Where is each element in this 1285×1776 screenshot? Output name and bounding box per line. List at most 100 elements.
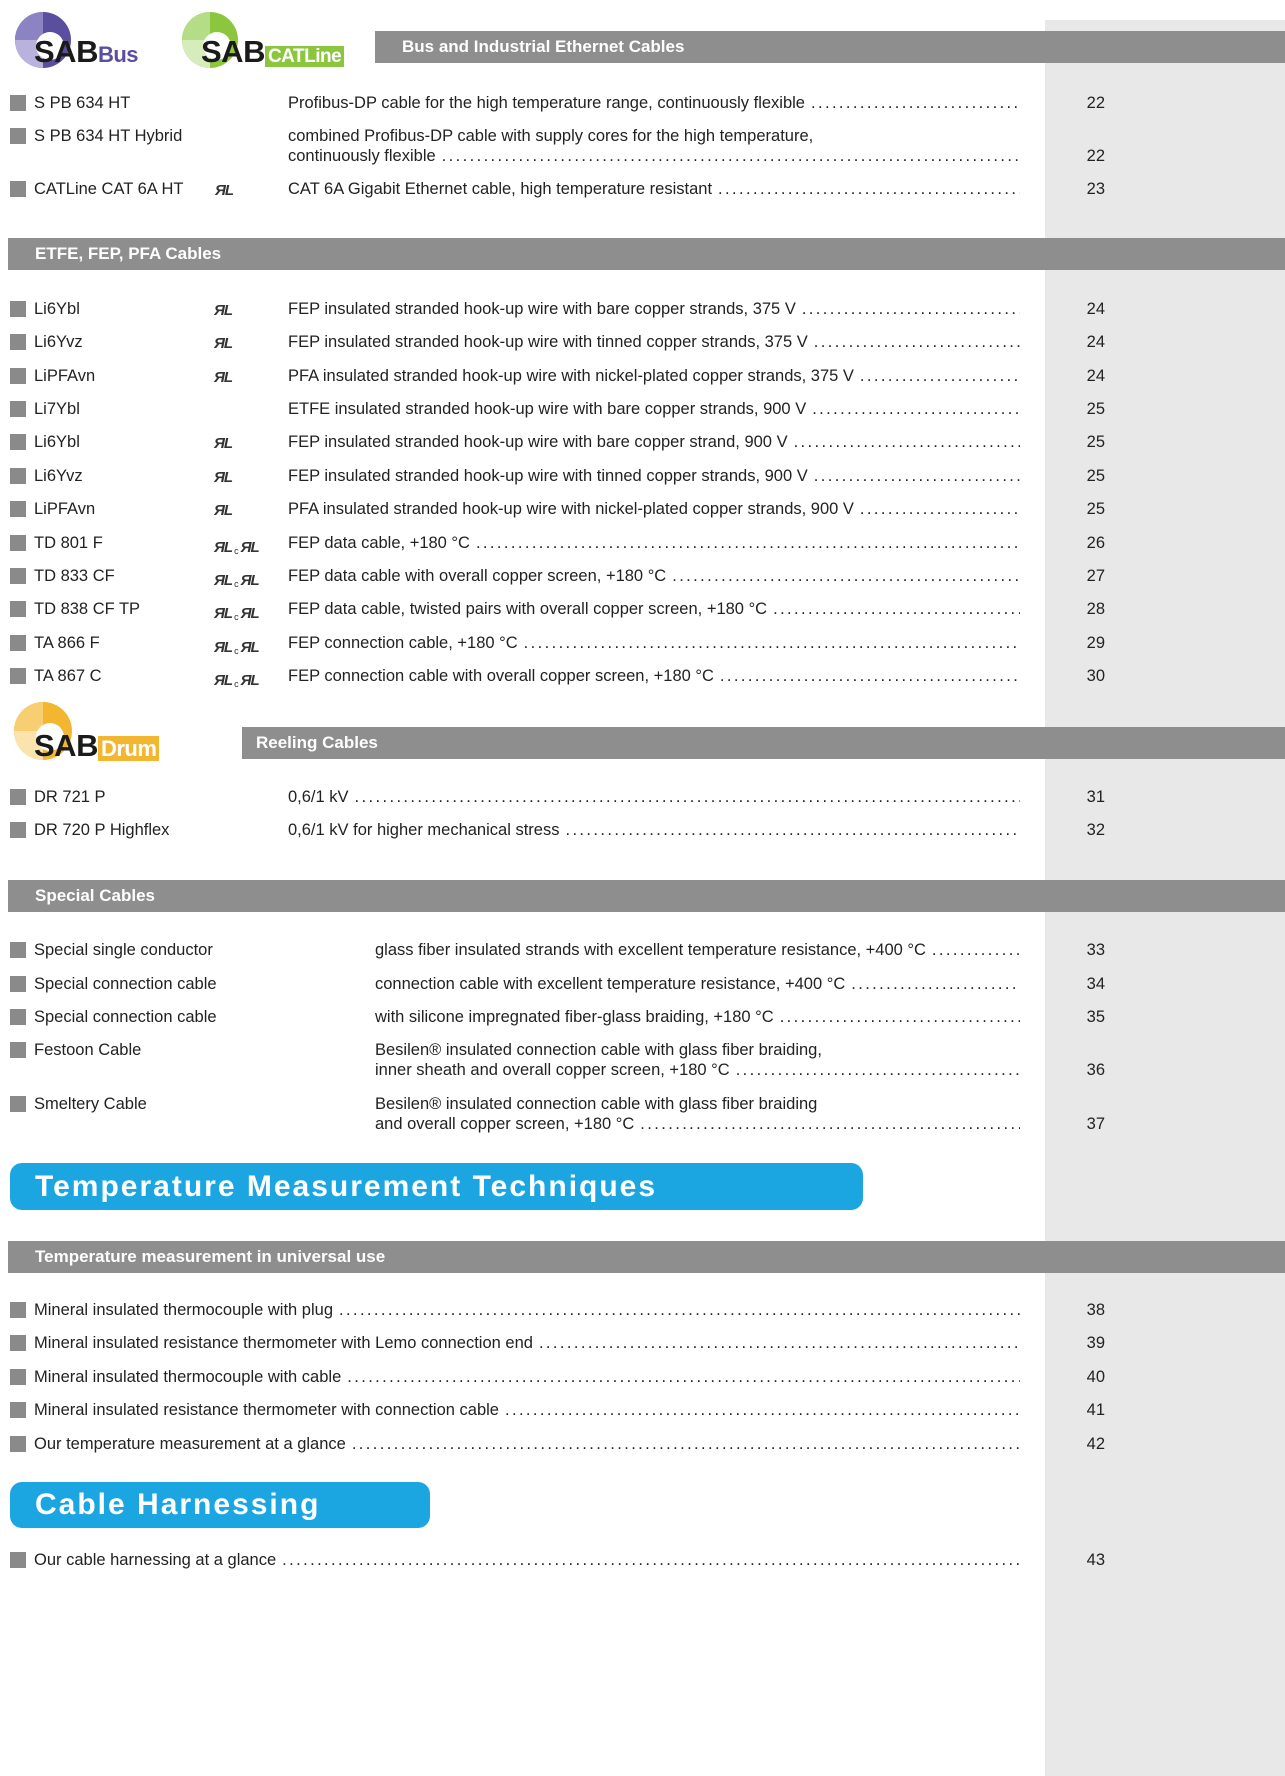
list-item[interactable]: Mineral insulated resistance thermometer… bbox=[10, 1400, 1105, 1430]
ul-mark-icon: ЯL bbox=[214, 369, 233, 386]
bullet-square-icon bbox=[10, 668, 26, 684]
list-item[interactable]: Li7Ybl ETFE insulated stranded hook-up wi… bbox=[10, 399, 1105, 429]
section-temp-universal: Temperature measurement in universal use bbox=[8, 1241, 1285, 1273]
bullet-square-icon bbox=[10, 181, 26, 197]
list-item[interactable]: Festoon Cable Besilen® insulated connect… bbox=[10, 1040, 1105, 1082]
title-harnessing: Cable Harnessing bbox=[10, 1482, 430, 1528]
bullet-square-icon bbox=[10, 334, 26, 350]
list-item[interactable]: TA 867 C ЯL c ЯL FEP connection cable with o… bbox=[10, 666, 1105, 696]
bullet-square-icon bbox=[10, 1402, 26, 1418]
bullet-square-icon bbox=[10, 128, 26, 144]
item-name: S PB 634 HT Hybrid bbox=[34, 127, 183, 145]
logo-main-text: SAB bbox=[201, 34, 265, 69]
item-desc-line2: inner sheath and overall copper screen, … bbox=[375, 1061, 730, 1079]
item-page: 23 bbox=[1086, 180, 1105, 198]
list-item[interactable]: Mineral insulated resistance thermometer… bbox=[10, 1333, 1105, 1363]
item-desc: CAT 6A Gigabit Ethernet cable, high temp… bbox=[288, 180, 713, 198]
item-name: TD 801 F bbox=[34, 534, 103, 552]
list-item[interactable]: DR 720 P Highflex 0,6/1 kV for higher me… bbox=[10, 820, 1105, 850]
item-page: 39 bbox=[1086, 1334, 1105, 1352]
title-temperature: Temperature Measurement Techniques bbox=[10, 1163, 863, 1210]
item-name: Mineral insulated thermocouple with cabl… bbox=[34, 1368, 342, 1386]
sabcatline-logo: SAB CATLine bbox=[175, 10, 365, 70]
bullet-square-icon bbox=[10, 434, 26, 450]
item-desc: Profibus-DP cable for the high temperatu… bbox=[288, 94, 805, 112]
logo-sub-text: CATLine bbox=[264, 46, 345, 67]
item-name: Mineral insulated resistance thermometer… bbox=[34, 1401, 499, 1419]
logo-sub-text: Bus bbox=[97, 42, 139, 67]
item-name: S PB 634 HT bbox=[34, 94, 131, 112]
item-name: LiPFAvn bbox=[34, 367, 96, 385]
item-page: 22 bbox=[1086, 94, 1105, 112]
bullet-square-icon bbox=[10, 1552, 26, 1568]
bullet-square-icon bbox=[10, 368, 26, 384]
list-item[interactable]: TD 838 CF TP ЯL c ЯL FEP data cable, twisted… bbox=[10, 599, 1105, 629]
item-desc: 0,6/1 kV bbox=[288, 788, 349, 806]
ul-cul-mark-icon: ЯL c ЯL bbox=[214, 572, 260, 589]
list-item[interactable]: Li6Yvz ЯL FEP insulated stranded hook-up w… bbox=[10, 466, 1105, 496]
item-page: 35 bbox=[1086, 1008, 1105, 1026]
item-page: 25 bbox=[1086, 400, 1105, 418]
list-item[interactable]: S PB 634 HT Profibus-DP cable for the hi… bbox=[10, 93, 1105, 123]
bullet-square-icon bbox=[10, 601, 26, 617]
ul-cul-mark-icon: ЯL c ЯL bbox=[214, 605, 260, 622]
bullet-square-icon bbox=[10, 789, 26, 805]
list-item[interactable]: LiPFAvn ЯL PFA insulated stranded hook-up … bbox=[10, 366, 1105, 396]
item-desc: FEP insulated stranded hook-up wire with… bbox=[288, 433, 788, 451]
item-desc: PFA insulated stranded hook-up wire with… bbox=[288, 367, 854, 385]
bullet-square-icon bbox=[10, 568, 26, 584]
list-item[interactable]: Mineral insulated thermocouple with cabl… bbox=[10, 1367, 1105, 1397]
list-item[interactable]: TA 866 F ЯL c ЯL FEP connection cable, +180 … bbox=[10, 633, 1105, 663]
list-item[interactable]: CATLine CAT 6A HT ЯL CAT 6A Gigabit Ethe… bbox=[10, 179, 1105, 209]
item-page: 36 bbox=[1086, 1061, 1105, 1079]
item-name: Li6Yvz bbox=[34, 467, 83, 485]
item-page: 25 bbox=[1086, 467, 1105, 485]
list-item[interactable]: DR 721 P 0,6/1 kV 31 bbox=[10, 787, 1105, 817]
ul-mark-icon: ЯL bbox=[214, 302, 233, 319]
item-name: Special connection cable bbox=[34, 1008, 217, 1026]
list-item[interactable]: TD 833 CF ЯL c ЯL FEP data cable with overal… bbox=[10, 566, 1105, 596]
item-page: 42 bbox=[1086, 1435, 1105, 1453]
bullet-square-icon bbox=[10, 1436, 26, 1452]
item-desc: with silicone impregnated fiber-glass br… bbox=[375, 1008, 774, 1026]
item-page: 40 bbox=[1086, 1368, 1105, 1386]
list-item[interactable]: Mineral insulated thermocouple with plug… bbox=[10, 1300, 1105, 1330]
item-name: TA 867 C bbox=[34, 667, 102, 685]
bullet-square-icon bbox=[10, 1042, 26, 1058]
list-item[interactable]: S PB 634 HT Hybrid combined Profibus-DP … bbox=[10, 126, 1105, 168]
list-item[interactable]: Our temperature measurement at a glance … bbox=[10, 1434, 1105, 1464]
item-name: Special connection cable bbox=[34, 975, 217, 993]
item-name: LiPFAvn bbox=[34, 500, 96, 518]
item-page: 33 bbox=[1086, 941, 1105, 959]
list-item[interactable]: Our cable harnessing at a glance 43 bbox=[10, 1550, 1105, 1580]
list-item[interactable]: Li6Ybl ЯL FEP insulated stranded hook-up w… bbox=[10, 432, 1105, 462]
item-name: Mineral insulated resistance thermometer… bbox=[34, 1334, 533, 1352]
item-desc-line2: and overall copper screen, +180 °C bbox=[375, 1115, 635, 1133]
bullet-square-icon bbox=[10, 535, 26, 551]
item-desc: glass fiber insulated strands with excel… bbox=[375, 941, 926, 959]
list-item[interactable]: Li6Ybl ЯL FEP insulated stranded hook-up w… bbox=[10, 299, 1105, 329]
item-page: 28 bbox=[1086, 600, 1105, 618]
item-name: Festoon Cable bbox=[34, 1041, 142, 1059]
item-name: Smeltery Cable bbox=[34, 1095, 147, 1113]
item-page: 30 bbox=[1086, 667, 1105, 685]
bullet-square-icon bbox=[10, 1335, 26, 1351]
list-item[interactable]: Special connection cable with silicone i… bbox=[10, 1007, 1105, 1037]
item-name: Li6Ybl bbox=[34, 433, 80, 451]
item-desc: FEP insulated stranded hook-up wire with… bbox=[288, 467, 808, 485]
list-item[interactable]: Smeltery Cable Besilen® insulated connec… bbox=[10, 1094, 1105, 1136]
ul-cul-mark-icon: ЯL c ЯL bbox=[214, 672, 260, 689]
item-page: 31 bbox=[1086, 788, 1105, 806]
list-item[interactable]: TD 801 F ЯLcЯL FEP data cable, +180 °C 26 bbox=[10, 533, 1105, 563]
item-page: 25 bbox=[1086, 500, 1105, 518]
bullet-square-icon bbox=[10, 822, 26, 838]
list-item[interactable]: Special connection cable connection cabl… bbox=[10, 974, 1105, 1004]
item-page: 22 bbox=[1086, 147, 1105, 165]
list-item[interactable]: LiPFAvn ЯL PFA insulated stranded hook-up … bbox=[10, 499, 1105, 529]
item-desc: PFA insulated stranded hook-up wire with… bbox=[288, 500, 854, 518]
list-item[interactable]: Li6Yvz ЯL FEP insulated stranded hook-up w… bbox=[10, 332, 1105, 362]
ul-mark-icon: ЯL bbox=[214, 335, 233, 352]
item-name: Our cable harnessing at a glance bbox=[34, 1551, 277, 1569]
section-special: Special Cables bbox=[8, 880, 1285, 912]
list-item[interactable]: Special single conductor glass fiber ins… bbox=[10, 940, 1105, 970]
